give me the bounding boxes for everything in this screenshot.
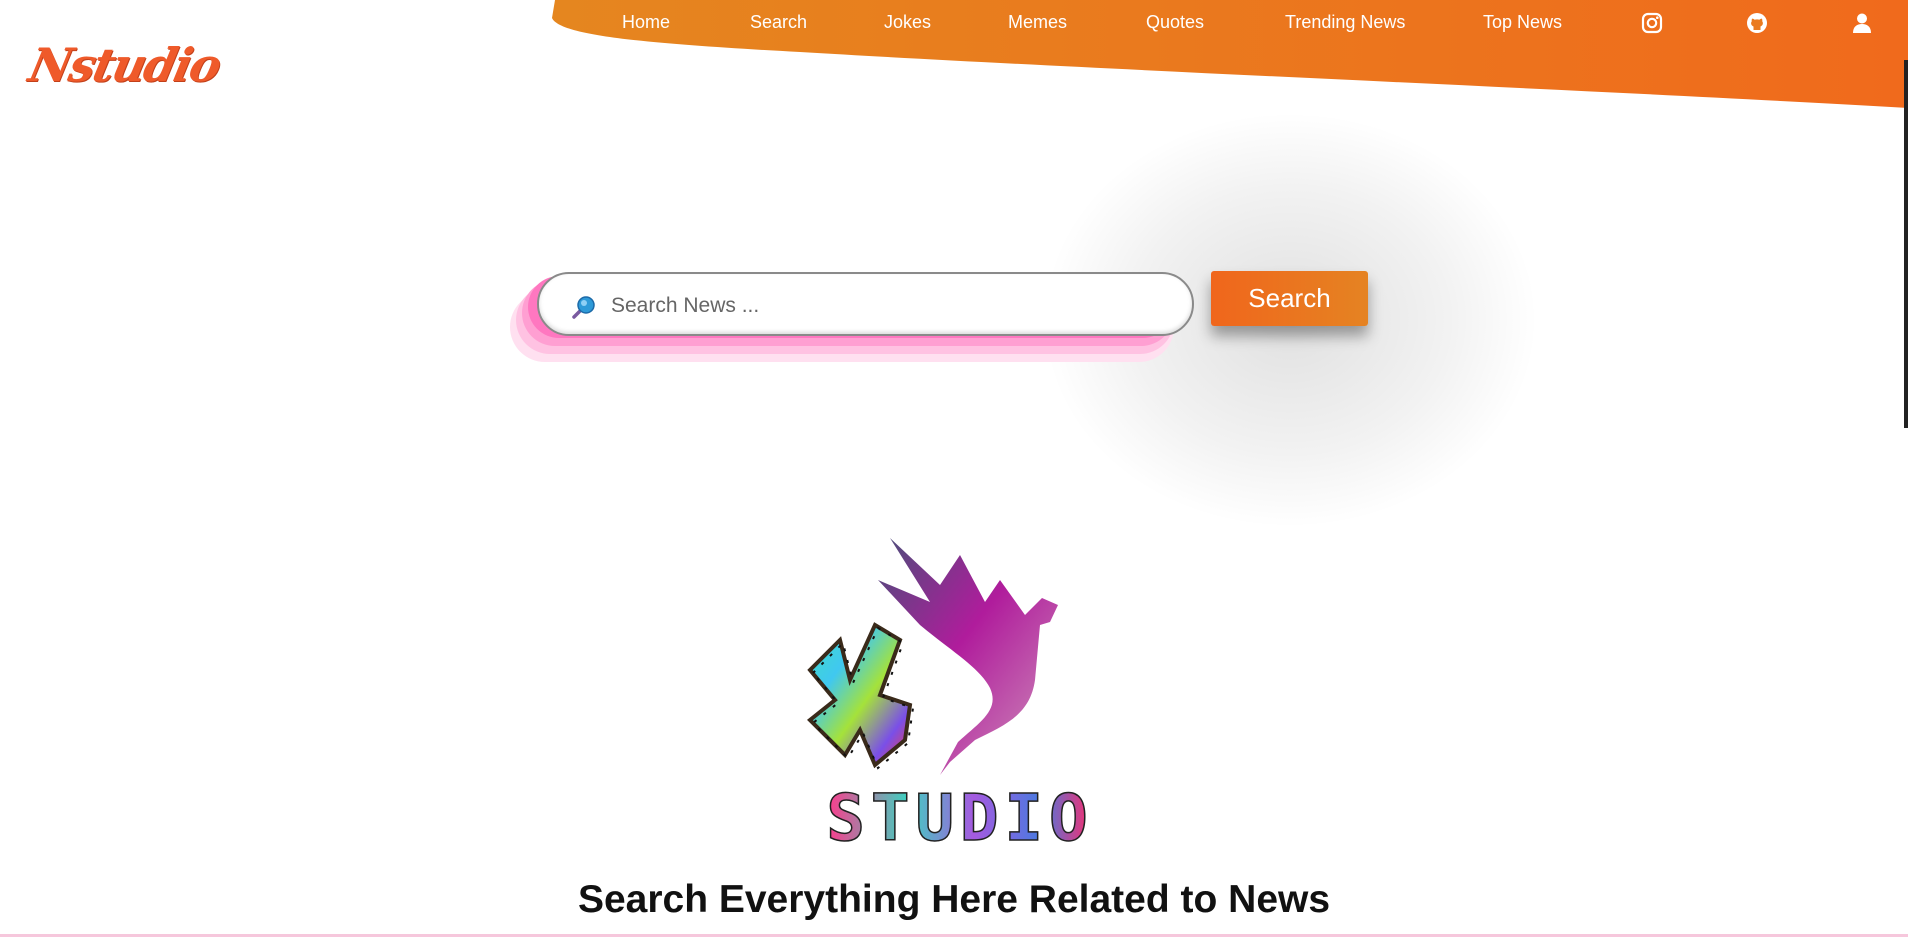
instagram-icon[interactable]: [1640, 11, 1664, 35]
search-button[interactable]: Search: [1211, 271, 1368, 326]
nav-search[interactable]: Search: [750, 12, 807, 33]
nav-quotes[interactable]: Quotes: [1146, 12, 1204, 33]
page-tagline: Search Everything Here Related to News: [577, 878, 1331, 921]
studio-wordmark: STUDIO: [826, 782, 1093, 856]
user-icon[interactable]: [1850, 11, 1874, 35]
magnifier-icon: [572, 296, 595, 319]
top-nav: Home Search Jokes Memes Quotes Trending …: [0, 0, 1908, 50]
nav-memes[interactable]: Memes: [1008, 12, 1067, 33]
github-icon[interactable]: [1745, 11, 1769, 35]
scrollbar[interactable]: [1904, 60, 1908, 428]
bottom-divider: [0, 934, 1908, 937]
nav-jokes[interactable]: Jokes: [884, 12, 931, 33]
search-input[interactable]: [609, 284, 1173, 328]
nav-home[interactable]: Home: [622, 12, 670, 33]
studio-logo: STUDIO: [807, 538, 1093, 857]
nav-top-news[interactable]: Top News: [1483, 12, 1562, 33]
search-bar[interactable]: [537, 272, 1194, 336]
nav-trending-news[interactable]: Trending News: [1285, 12, 1405, 33]
